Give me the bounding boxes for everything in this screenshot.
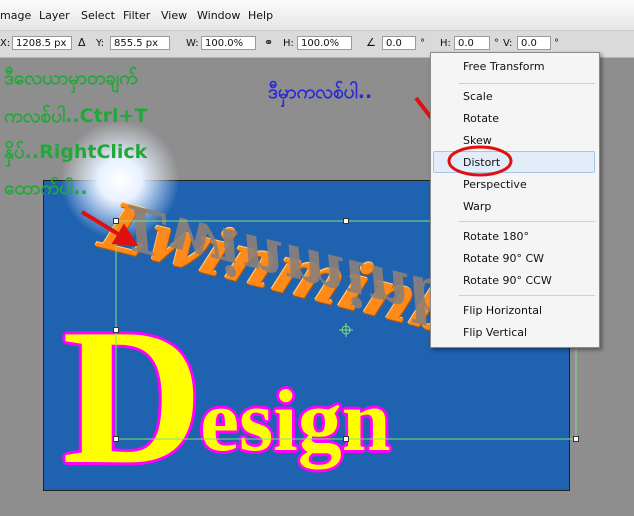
distort-red-circle (447, 145, 513, 177)
